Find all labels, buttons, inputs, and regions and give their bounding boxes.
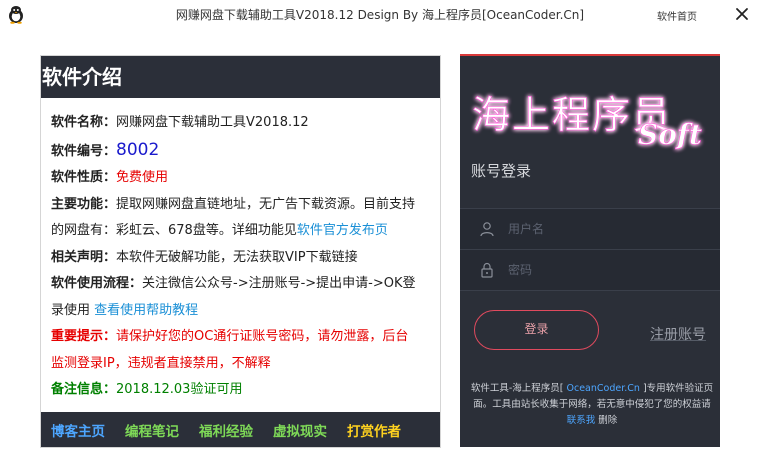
info-key: 备注信息：	[51, 382, 117, 397]
password-field	[460, 249, 720, 291]
info-key: 主要功能：	[51, 196, 117, 212]
window-title: 网赚网盘下载辅助工具V2018.12 Design By 海上程序员[Ocean…	[175, 8, 585, 22]
info-value: 网赚网盘下载辅助工具V2018.12	[116, 115, 309, 130]
info-key: 软件性质：	[51, 170, 117, 185]
username-field	[460, 208, 720, 250]
info-value: 免费使用	[116, 170, 169, 185]
info-row-warning-cont: 监测登录IP，违规者直接禁用，不解释	[51, 351, 440, 378]
official-release-link[interactable]: 软件官方发布页	[297, 223, 388, 238]
register-account-link[interactable]: 注册账号	[650, 324, 706, 344]
login-button[interactable]: 登录	[474, 310, 599, 350]
contact-me-link[interactable]: 联系我	[567, 415, 596, 426]
software-home-button[interactable]: 软件首页	[657, 8, 697, 23]
info-value: 的网盘有：彩虹云、678盘等。详细功能见	[51, 223, 297, 238]
title-bar: 网赚网盘下载辅助工具V2018.12 Design By 海上程序员[Ocean…	[0, 0, 760, 30]
software-id-value: 8002	[116, 139, 160, 160]
login-title: 账号登录	[471, 162, 532, 180]
footer-text-1: 软件工具-海上程序员[	[470, 383, 567, 394]
info-row-function-cont: 的网盘有：彩虹云、678盘等。详细功能见软件官方发布页	[51, 218, 440, 245]
info-value: 2018.12.03验证可用	[116, 382, 243, 397]
lock-icon	[481, 262, 493, 278]
info-key: 软件编号：	[51, 143, 117, 159]
info-key: 重要提示：	[51, 329, 117, 344]
intro-header: 软件介绍	[41, 56, 440, 98]
info-row-warning: 重要提示：请保护好您的OC通行证账号密码，请勿泄露，后台	[51, 324, 440, 351]
login-panel: 海上程序员 Soft 账号登录 登录 注册账号 软件工具-海上程序员[ Ocea…	[460, 54, 720, 447]
info-value: 提取网赚网盘直链地址，无广告下载资源。目前支持	[116, 196, 416, 212]
help-tutorial-link[interactable]: 查看使用帮助教程	[94, 303, 198, 318]
welfare-experience-link[interactable]: 福利经验	[199, 420, 253, 440]
info-value: 录使用	[51, 302, 95, 318]
info-key: 软件名称：	[51, 115, 117, 130]
info-row-nature: 软件性质：免费使用	[51, 165, 440, 192]
user-icon	[480, 222, 494, 237]
info-row-id: 软件编号：8002	[51, 137, 440, 166]
info-row-flow: 软件使用流程：关注微信公众号->注册账号->提出申请->OK登	[51, 271, 440, 298]
info-value: 监测登录IP，违规者直接禁用，不解释	[51, 355, 271, 371]
blog-home-link[interactable]: 博客主页	[51, 420, 105, 440]
intro-panel: 软件介绍 软件名称：网赚网盘下载辅助工具V2018.12 软件编号：8002 软…	[40, 55, 441, 448]
site-link[interactable]: OceanCoder.Cn	[567, 383, 640, 394]
info-value: 请保护好您的OC通行证账号密码，请勿泄露，后台	[116, 329, 409, 344]
bottom-link-bar: 博客主页 编程笔记 福利经验 虚拟现实 打赏作者	[41, 412, 440, 447]
brand-logo: 海上程序员 Soft	[472, 93, 703, 152]
info-row-name: 软件名称：网赚网盘下载辅助工具V2018.12	[51, 110, 440, 137]
close-icon[interactable]	[734, 6, 750, 22]
info-row-declaration: 相关声明：本软件无破解功能，无法获取VIP下载链接	[51, 245, 440, 272]
info-row-function: 主要功能：提取网赚网盘直链地址，无广告下载资源。目前支持	[51, 192, 440, 219]
info-row-note: 备注信息：2018.12.03验证可用	[51, 377, 440, 404]
info-value: 本软件无破解功能，无法获取VIP下载链接	[116, 249, 358, 265]
info-key: 相关声明：	[51, 249, 117, 265]
programming-notes-link[interactable]: 编程笔记	[125, 420, 179, 440]
username-input[interactable]	[508, 219, 708, 239]
virtual-reality-link[interactable]: 虚拟现实	[273, 420, 327, 440]
info-key: 软件使用流程：	[51, 276, 143, 291]
footer-notice: 软件工具-海上程序员[ OceanCoder.Cn ]专用软件验证页面。工具由站…	[470, 381, 714, 429]
info-row-flow-cont: 录使用 查看使用帮助教程	[51, 298, 440, 325]
password-input[interactable]	[508, 260, 708, 280]
info-list: 软件名称：网赚网盘下载辅助工具V2018.12 软件编号：8002 软件性质：免…	[41, 98, 440, 404]
logo-soft-text: Soft	[638, 118, 702, 151]
footer-text-3: 删除	[595, 415, 618, 426]
donate-author-link[interactable]: 打赏作者	[347, 420, 401, 440]
info-value: 关注微信公众号->注册账号->提出申请->OK登	[142, 276, 416, 291]
